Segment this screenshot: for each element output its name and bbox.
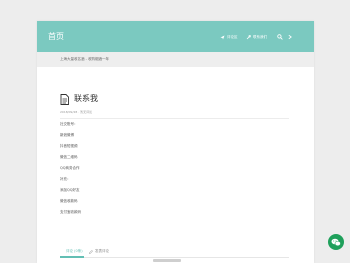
breadcrumb-bar: 上海大量收名酒 - 收购烟酒一年 — [37, 52, 314, 67]
tab-post-comment-label: 发表评论 — [95, 249, 109, 253]
send-icon — [220, 35, 225, 39]
tab-post-comment[interactable]: 发表评论 — [89, 249, 109, 254]
content-line: 抖音短视频 — [60, 144, 78, 148]
page-title: 联系我 — [74, 94, 98, 103]
site-header: 首页 评论区 联系我们 — [37, 21, 314, 52]
site-title-link[interactable]: 首页 — [48, 32, 64, 42]
footer-text-placeholder — [153, 259, 181, 262]
tab-comments[interactable]: 评论 (0条) — [66, 249, 83, 254]
login-button[interactable] — [287, 33, 293, 41]
wechat-icon — [331, 238, 341, 246]
search-icon — [277, 34, 283, 40]
active-tab-indicator — [60, 256, 84, 258]
content-line: 支付宝收款码 — [60, 210, 81, 214]
login-icon — [288, 34, 292, 40]
content-line: 添加QQ好友 — [60, 188, 80, 192]
link-icon — [246, 34, 251, 39]
nav-item-comments-label: 评论区 — [227, 35, 238, 39]
page-title-row: 联系我 — [60, 93, 98, 105]
wechat-float-button[interactable] — [328, 234, 344, 250]
content-line: 补充： — [60, 177, 71, 181]
tabs-divider — [60, 257, 289, 258]
nav-item-contact-label: 联系我们 — [253, 35, 267, 39]
title-divider — [60, 118, 289, 119]
nav-item-contact[interactable]: 联系我们 — [246, 33, 267, 41]
content-line: QQ商务合作 — [60, 166, 80, 170]
edit-icon — [89, 249, 93, 254]
content-line: 新浪微博 — [60, 133, 74, 137]
nav-item-comments[interactable]: 评论区 — [220, 33, 238, 41]
content-line: 微信收款码 — [60, 199, 78, 203]
content-line: 社交账号： — [60, 122, 78, 126]
document-icon — [60, 93, 69, 105]
post-meta: 2018/09/28 · 暂无评论 — [60, 110, 93, 114]
content-line: 微信二维码 — [60, 155, 78, 159]
search-button[interactable] — [277, 33, 283, 41]
breadcrumb[interactable]: 上海大量收名酒 - 收购烟酒一年 — [60, 57, 109, 62]
main-card: 首页 评论区 联系我们 上海大量收名酒 - 收购烟酒一年 联系我 2018/09… — [37, 21, 314, 263]
